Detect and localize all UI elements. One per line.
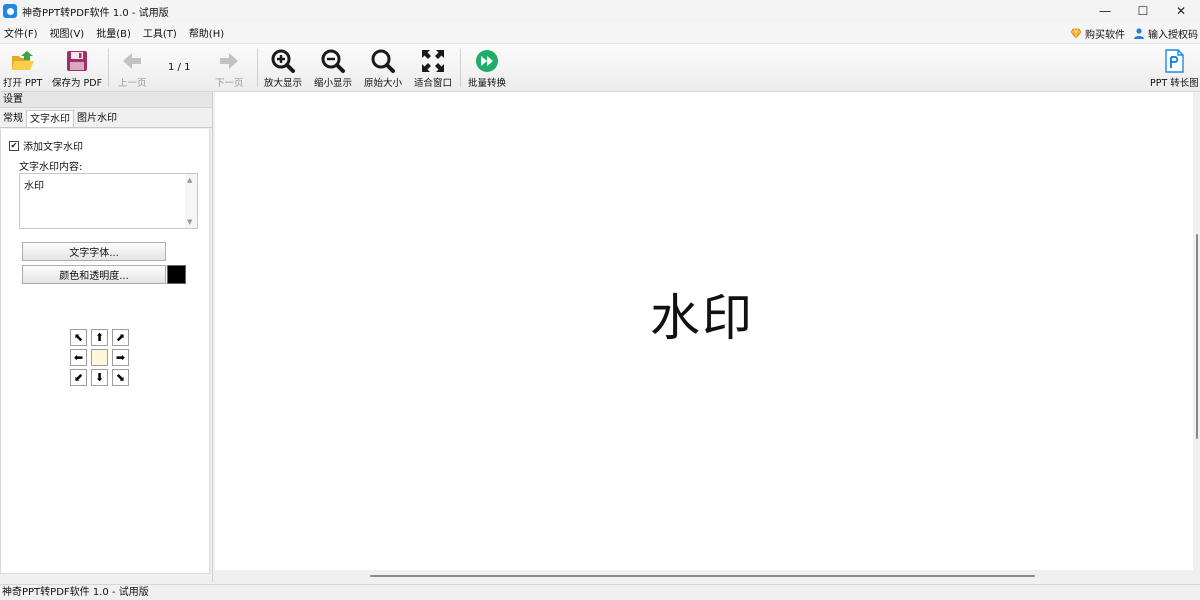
page-indicator: 1 / 1 (168, 62, 191, 73)
watermark-content-value: 水印 (24, 181, 44, 192)
buy-software-link[interactable]: 购买软件 (1070, 26, 1125, 41)
position-center-button[interactable] (91, 349, 108, 366)
next-page-label: 下一页 (215, 78, 244, 89)
open-ppt-label: 打开 PPT (3, 78, 43, 89)
tab-text-watermark[interactable]: 文字水印 (26, 110, 74, 127)
ppt-file-icon (1161, 48, 1187, 74)
watermark-content-textarea[interactable]: 水印 ▲ ▼ (19, 173, 198, 229)
prev-page-button[interactable]: 上一页 (118, 48, 147, 89)
ppt-to-long-image-label: PPT 转长图 (1150, 78, 1199, 89)
tab-general[interactable]: 常规 (0, 110, 26, 127)
ppt-to-long-image-button[interactable]: PPT 转长图 (1150, 48, 1199, 89)
minimize-button[interactable]: — (1086, 0, 1124, 22)
menu-view[interactable]: 视图(V) (46, 25, 89, 40)
settings-tabs: 常规 文字水印 图片水印 (0, 110, 212, 128)
preview-canvas[interactable]: 水印 (215, 92, 1193, 570)
position-top-right-button[interactable]: ⬈ (112, 329, 129, 346)
open-ppt-button[interactable]: 打开 PPT (3, 48, 42, 89)
settings-panel: 设置 常规 文字水印 图片水印 ✔ 添加文字水印 文字水印内容: 水印 ▲ ▼ … (0, 92, 213, 582)
add-text-watermark-option[interactable]: ✔ 添加文字水印 (9, 138, 83, 153)
watermark-preview-text: 水印 (650, 289, 754, 347)
batch-convert-label: 批量转换 (468, 78, 507, 89)
maximize-button[interactable]: ☐ (1124, 0, 1162, 22)
menu-help[interactable]: 帮助(H) (185, 25, 228, 40)
zoom-out-button[interactable]: 缩小显示 (314, 48, 352, 89)
save-pdf-label: 保存为 PDF (52, 78, 103, 89)
add-text-watermark-label: 添加文字水印 (23, 142, 83, 153)
next-page-button[interactable]: 下一页 (215, 48, 244, 89)
add-text-watermark-checkbox[interactable]: ✔ (9, 140, 19, 151)
window-controls: — ☐ ✕ (1086, 0, 1200, 22)
expand-icon (420, 48, 446, 74)
toolbar-separator (108, 49, 109, 87)
scroll-up-icon[interactable]: ▲ (187, 176, 192, 184)
folder-open-icon (10, 48, 36, 74)
status-bar: 神奇PPT转PDF软件 1.0 - 试用版 (0, 584, 1200, 600)
prev-page-label: 上一页 (118, 78, 147, 89)
zoom-in-button[interactable]: 放大显示 (264, 48, 302, 89)
position-right-button[interactable]: ➡ (112, 349, 129, 366)
batch-convert-button[interactable]: 批量转换 (468, 48, 506, 89)
floppy-disk-icon (64, 48, 90, 74)
toolbar: 打开 PPT 保存为 PDF 上一页 1 / 1 下一页 放大显示 缩小显示 原… (0, 44, 1200, 92)
zoom-in-icon (270, 48, 296, 74)
vertical-scrollbar[interactable] (1194, 92, 1200, 570)
menu-tools[interactable]: 工具(T) (139, 25, 181, 40)
position-bottom-right-button[interactable]: ⬊ (112, 369, 129, 386)
toolbar-separator (460, 49, 461, 87)
close-button[interactable]: ✕ (1162, 0, 1200, 22)
buy-software-label: 购买软件 (1085, 29, 1125, 41)
zoom-in-label: 放大显示 (264, 78, 303, 89)
original-size-button[interactable]: 原始大小 (364, 48, 402, 89)
arrow-right-icon (216, 48, 242, 74)
enter-license-link[interactable]: 输入授权码 (1133, 26, 1198, 41)
position-bottom-button[interactable]: ⬇ (91, 369, 108, 386)
watermark-content-label: 文字水印内容: (19, 162, 83, 173)
color-opacity-button[interactable]: 颜色和透明度... (22, 265, 166, 284)
save-pdf-button[interactable]: 保存为 PDF (52, 48, 102, 89)
window-title: 神奇PPT转PDF软件 1.0 - 试用版 (22, 7, 169, 19)
horizontal-scrollbar[interactable] (215, 570, 1194, 582)
tab-image-watermark[interactable]: 图片水印 (74, 110, 120, 127)
arrow-left-icon (119, 48, 145, 74)
zoom-out-label: 缩小显示 (314, 78, 353, 89)
menu-bar: 文件(F) 视图(V) 批量(B) 工具(T) 帮助(H) 购买软件 输入授权码 (0, 22, 1200, 44)
magnifier-icon (370, 48, 396, 74)
horizontal-scroll-thumb[interactable] (370, 575, 1035, 577)
fit-window-button[interactable]: 适合窗口 (414, 48, 452, 89)
position-bottom-left-button[interactable]: ⬋ (70, 369, 87, 386)
toolbar-separator (257, 49, 258, 87)
app-icon (3, 4, 17, 18)
text-font-button[interactable]: 文字字体... (22, 242, 166, 261)
title-bar: 神奇PPT转PDF软件 1.0 - 试用版 — ☐ ✕ (0, 0, 1200, 22)
zoom-out-icon (320, 48, 346, 74)
menu-batch[interactable]: 批量(B) (92, 25, 135, 40)
fit-window-label: 适合窗口 (414, 78, 453, 89)
position-left-button[interactable]: ⬅ (70, 349, 87, 366)
position-grid: ⬉ ⬆ ⬈ ⬅ ➡ ⬋ ⬇ ⬊ (70, 329, 130, 389)
position-top-left-button[interactable]: ⬉ (70, 329, 87, 346)
fast-forward-icon (474, 48, 500, 74)
diamond-icon (1070, 28, 1082, 39)
position-top-button[interactable]: ⬆ (91, 329, 108, 346)
color-swatch[interactable] (167, 265, 186, 284)
settings-title: 设置 (0, 92, 212, 108)
user-icon (1133, 27, 1145, 39)
text-watermark-tab-body: ✔ 添加文字水印 文字水印内容: 水印 ▲ ▼ 文字字体... 颜色和透明度..… (0, 129, 210, 574)
enter-license-label: 输入授权码 (1148, 29, 1198, 41)
vertical-scroll-thumb[interactable] (1196, 234, 1198, 439)
textarea-scrollbar[interactable]: ▲ ▼ (185, 174, 197, 228)
scroll-down-icon[interactable]: ▼ (187, 218, 192, 226)
original-size-label: 原始大小 (364, 78, 403, 89)
menu-file[interactable]: 文件(F) (0, 25, 42, 40)
